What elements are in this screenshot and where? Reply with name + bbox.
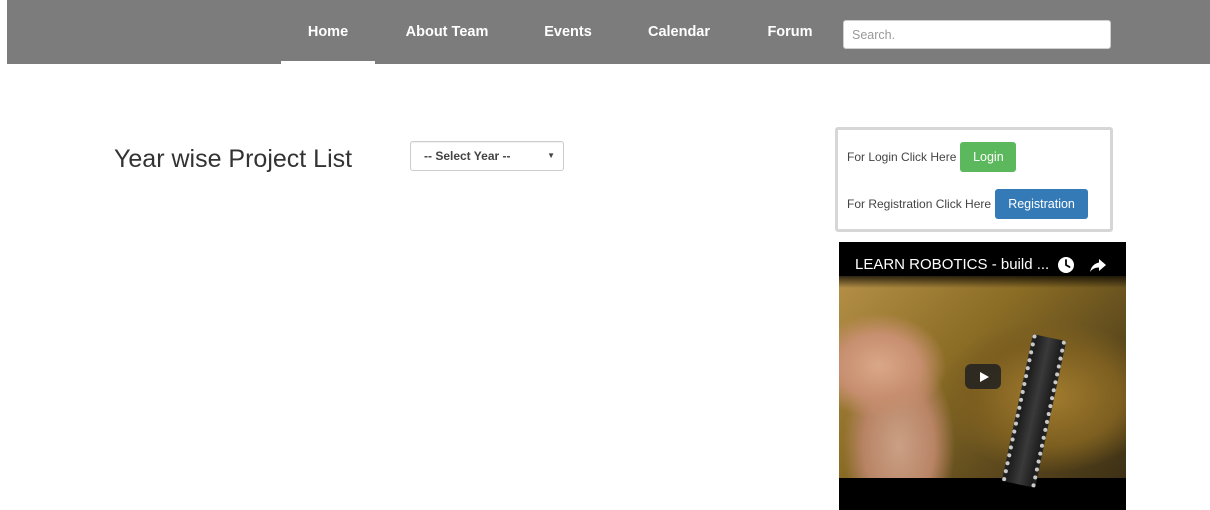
year-select-value: -- Select Year -- [424, 149, 511, 163]
nav-item-home[interactable]: Home [281, 0, 375, 64]
registration-prompt-text: For Registration Click Here [847, 197, 992, 211]
caret-down-icon: ▼ [547, 151, 555, 160]
login-row: For Login Click Here Login [847, 142, 1017, 172]
search-input[interactable] [843, 20, 1111, 49]
nav-item-forum[interactable]: Forum [755, 0, 825, 64]
nav-item-label: Forum [767, 24, 813, 40]
login-button[interactable]: Login [960, 142, 1017, 172]
page-title: Year wise Project List [114, 145, 353, 173]
auth-panel: For Login Click Here Login For Registrat… [835, 127, 1113, 232]
clock-icon[interactable] [1057, 256, 1075, 274]
play-icon[interactable] [965, 364, 1001, 389]
nav-item-calendar[interactable]: Calendar [631, 0, 727, 64]
login-prompt-text: For Login Click Here [847, 150, 957, 164]
video-title[interactable]: LEARN ROBOTICS - build ... [855, 256, 1049, 273]
nav-item-about-team[interactable]: About Team [391, 0, 503, 64]
nav-item-events[interactable]: Events [533, 0, 603, 64]
page: Home About Team Events Calendar Forum Ye… [0, 0, 1210, 510]
share-icon[interactable] [1089, 256, 1107, 274]
registration-button[interactable]: Registration [995, 189, 1089, 219]
registration-row: For Registration Click Here Registration [847, 189, 1089, 219]
nav-item-label: About Team [405, 24, 489, 40]
year-select-dropdown[interactable]: -- Select Year -- ▼ [410, 141, 564, 171]
embedded-video[interactable]: LEARN ROBOTICS - build ... [839, 242, 1126, 510]
nav-item-label: Home [307, 24, 349, 40]
top-navbar: Home About Team Events Calendar Forum [7, 0, 1210, 64]
nav-item-label: Calendar [647, 24, 711, 40]
nav-item-label: Events [544, 24, 592, 40]
chip-image [1001, 334, 1067, 488]
